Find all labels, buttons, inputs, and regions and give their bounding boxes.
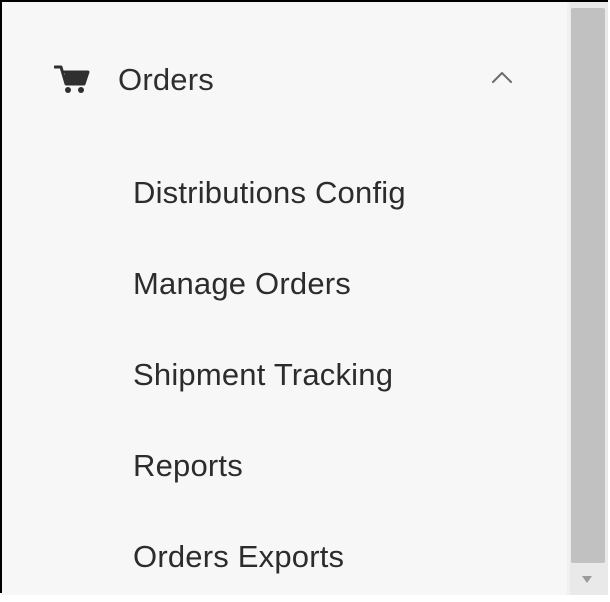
orders-submenu: Distributions Config Manage Orders Shipm… <box>2 147 567 602</box>
cart-icon <box>54 65 90 93</box>
chevron-up-icon[interactable] <box>491 70 513 84</box>
scroll-down-arrow-icon[interactable] <box>581 574 593 584</box>
submenu-item-label: Shipment Tracking <box>133 357 394 392</box>
submenu-item-distributions-config[interactable]: Distributions Config <box>2 147 567 238</box>
submenu-item-label: Distributions Config <box>133 175 406 210</box>
sidebar-panel: Orders Distributions Config Manage Order… <box>2 2 567 595</box>
submenu-item-orders-exports[interactable]: Orders Exports <box>2 511 567 602</box>
orders-section-label: Orders <box>118 62 214 97</box>
orders-section-header[interactable]: Orders <box>2 40 567 116</box>
scrollbar-thumb[interactable] <box>571 8 605 563</box>
submenu-item-reports[interactable]: Reports <box>2 420 567 511</box>
submenu-item-label: Orders Exports <box>133 539 345 574</box>
submenu-item-label: Manage Orders <box>133 266 351 301</box>
submenu-item-manage-orders[interactable]: Manage Orders <box>2 238 567 329</box>
vertical-scrollbar[interactable] <box>567 2 608 595</box>
submenu-item-shipment-tracking[interactable]: Shipment Tracking <box>2 329 567 420</box>
submenu-item-label: Reports <box>133 448 243 483</box>
scrollbar-track <box>567 2 570 595</box>
